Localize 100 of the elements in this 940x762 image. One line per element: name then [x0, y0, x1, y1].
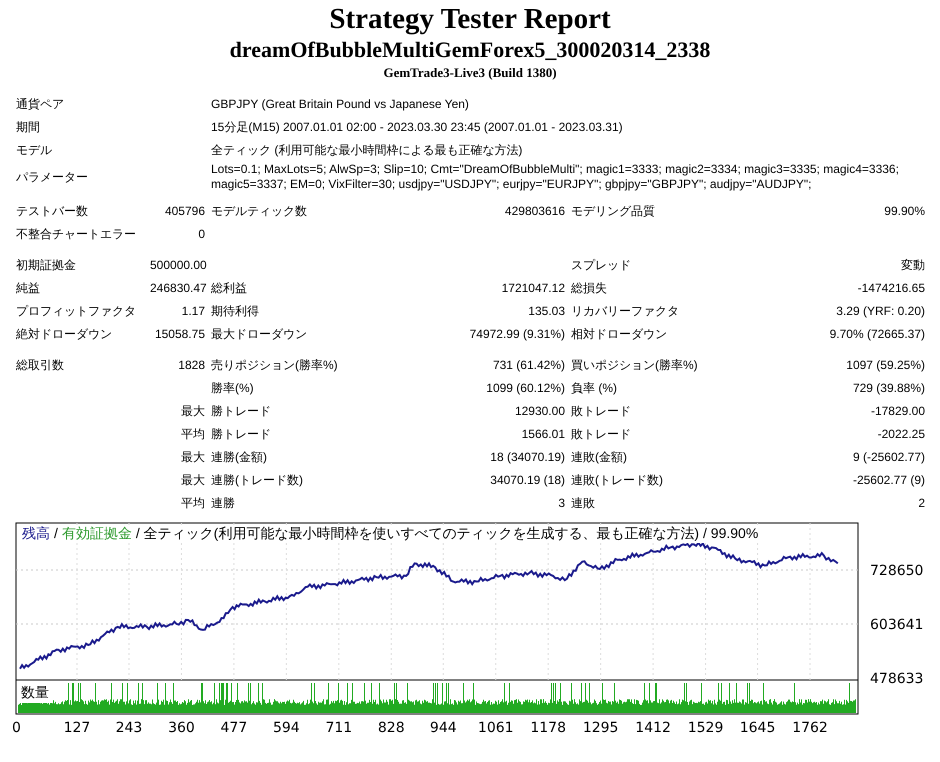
stat-label: 不整合チャートエラー	[16, 226, 137, 243]
setting-label: パラメーター	[16, 169, 89, 186]
stat-label: 総取引数	[16, 357, 65, 374]
stat-label: 絶対ドローダウン	[16, 326, 113, 343]
stat-label: 勝トレード	[210, 426, 272, 443]
setting-value: GBPJPY (Great Britain Pound vs Japanese Yen)	[210, 96, 470, 113]
stat-value: 3.29 (YRF: 0.20)	[835, 303, 925, 320]
stat-value: 1097 (59.25%)	[845, 357, 925, 374]
stat-label: 売りポジション(勝率%)	[210, 357, 339, 374]
stat-label: 買いポジション(勝率%)	[570, 357, 699, 374]
y-axis-label: 603641	[870, 617, 924, 633]
x-axis-label: 360	[168, 720, 195, 735]
stat-value: 1.17	[180, 303, 205, 320]
stat-label: 勝トレード	[210, 403, 272, 420]
stat-label: 勝率(%)	[210, 380, 255, 397]
stat-label: 敗トレード	[570, 403, 632, 420]
stat-label: 負率 (%)	[570, 380, 618, 397]
stat-label: 総利益	[210, 280, 248, 297]
legend-label: 残高	[22, 525, 50, 543]
stat-value: -25602.77 (9)	[852, 472, 925, 489]
stat-label: モデリング品質	[570, 203, 656, 220]
stat-label: スプレッド	[570, 257, 632, 274]
stat-label: 純益	[16, 280, 41, 297]
stat-value: 最大	[180, 472, 205, 489]
x-axis-label: 711	[325, 720, 352, 735]
stat-label: テストバー数	[16, 203, 89, 220]
x-axis-label: 1412	[635, 720, 671, 735]
x-axis-label: 477	[220, 720, 248, 735]
stat-value: 変動	[900, 257, 925, 274]
x-axis-label: 1295	[582, 720, 618, 735]
x-axis-label: 1061	[478, 720, 514, 735]
x-axis-label: 828	[378, 720, 405, 735]
x-axis-label: 243	[116, 720, 142, 735]
stat-value: 135.03	[527, 303, 565, 320]
stat-label: 連勝(トレード数)	[210, 472, 304, 489]
stat-value: 9 (-25602.77)	[852, 449, 925, 466]
legend-label: / 99.90%	[703, 525, 758, 543]
volume-label: 数量	[21, 684, 49, 700]
setting-value: 15分足(M15) 2007.01.01 02:00 - 2023.03.30 23:45 (2007.01.01 - 2023.03.31)	[210, 119, 624, 136]
stat-label: 連敗(金額)	[570, 449, 628, 466]
stat-value: 2	[917, 495, 925, 512]
stat-value: 405796	[164, 203, 205, 220]
stat-value: 18 (34070.19)	[489, 449, 565, 466]
report-title: Strategy Tester Report	[328, 2, 612, 36]
setting-value: 全ティック (利用可能な最小時間枠による最も正確な方法)	[210, 142, 524, 159]
setting-label: 通貨ペア	[16, 96, 65, 113]
stat-value: 731 (61.42%)	[492, 357, 565, 374]
stat-value: 500000.00	[150, 257, 205, 274]
stat-value: 最大	[180, 403, 205, 420]
stat-label: 連敗(トレード数)	[570, 472, 664, 489]
stat-value: 246830.47	[150, 280, 205, 297]
legend-label: /	[54, 525, 58, 543]
x-axis-label: 594	[272, 720, 300, 735]
stat-label: 敗トレード	[570, 426, 632, 443]
stat-value: 3	[557, 495, 565, 512]
x-axis-label: 1178	[530, 720, 566, 735]
report-subtitle: dreamOfBubbleMultiGemForex5_300020314_2338	[228, 36, 712, 64]
stat-value: 1566.01	[520, 426, 565, 443]
stat-value: 99.90%	[883, 203, 925, 220]
stat-value: 12930.00	[514, 403, 565, 420]
stat-label: 総損失	[570, 280, 608, 297]
x-axis-label: 127	[64, 720, 90, 735]
stat-value: 平均	[180, 426, 205, 443]
stat-value: -2022.25	[876, 426, 925, 443]
stat-value: 74972.99 (9.31%)	[468, 326, 565, 343]
stat-label: 期待利得	[210, 303, 260, 320]
setting-value: Lots=0.1; MaxLots=5; AlwSp=3; Slip=10; Cmt="DreamOfBubbleMulti"; magic1=3333; magic2=3334; magic3=3335; magic4=3336; magic5=3337; EM=0; VixFilter=30; usdjpy="USDJPY"; eurjpy="EURJPY"; gbpjpy="GBPJPY"; audjpy="AUDJPY";	[210, 162, 900, 192]
stat-value: 729 (39.88%)	[852, 380, 925, 397]
stat-label: リカバリーファクタ	[570, 303, 680, 320]
x-axis-label: 0	[12, 720, 21, 735]
stat-value: 1721047.12	[500, 280, 565, 297]
x-axis-label: 944	[430, 720, 457, 735]
stat-value: 平均	[180, 495, 205, 512]
setting-label: 期間	[16, 119, 41, 136]
stat-value: 1828	[177, 357, 205, 374]
stat-label: モデルティック数	[210, 203, 308, 220]
x-axis-label: 1529	[688, 720, 724, 735]
stat-value: 最大	[180, 449, 205, 466]
y-axis-label: 728650	[870, 563, 924, 580]
stat-label: プロフィットファクタ	[16, 303, 137, 320]
stat-value: 34070.19 (18)	[489, 472, 565, 489]
stat-label: 連勝	[210, 495, 236, 512]
stat-value: 0	[197, 226, 205, 243]
y-axis-label: 478633	[870, 671, 924, 687]
stat-value: -17829.00	[870, 403, 925, 420]
stat-label: 最大ドローダウン	[210, 326, 308, 343]
stat-value: 1099 (60.12%)	[485, 380, 565, 397]
stat-value: 429803616	[504, 203, 565, 220]
setting-label: モデル	[16, 142, 53, 159]
stat-label: 相対ドローダウン	[570, 326, 668, 343]
x-axis-label: 1645	[740, 720, 776, 735]
stat-label: 初期証拠金	[16, 257, 77, 274]
build-info: GemTrade3-Live3 (Build 1380)	[382, 64, 558, 82]
legend-label: / 全ティック(利用可能な最小時間枠を使いすべてのティックを生成する、最も正確な方法)	[136, 525, 699, 543]
legend-label: 有効証拠金	[62, 525, 132, 543]
stat-value: 9.70% (72665.37)	[828, 326, 925, 343]
stat-value: -1474216.65	[856, 280, 925, 297]
stat-label: 連敗	[570, 495, 596, 512]
stat-value: 15058.75	[154, 326, 205, 343]
x-axis-label: 1762	[792, 720, 828, 735]
